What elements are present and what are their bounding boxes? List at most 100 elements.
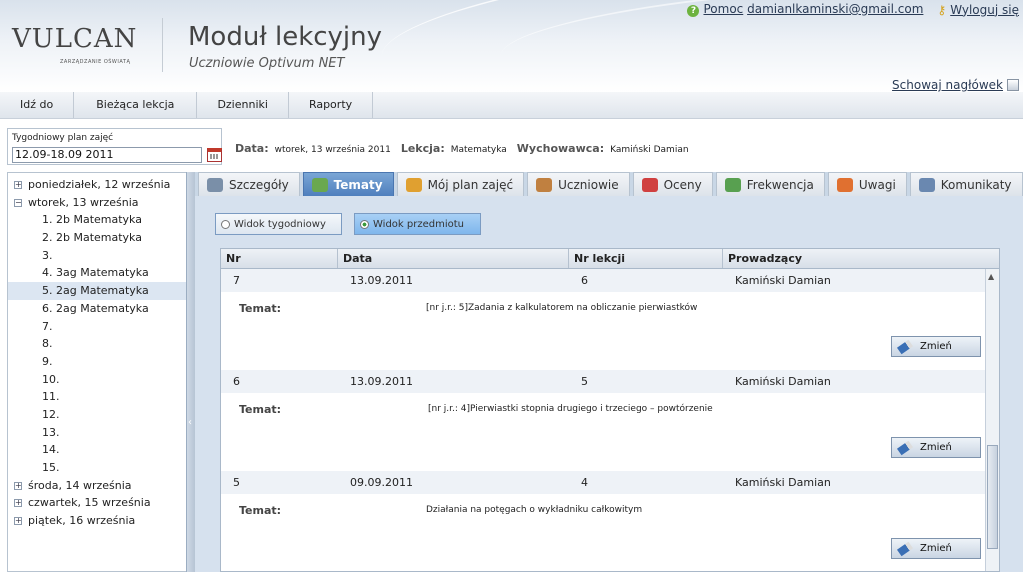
tab-label: Oceny <box>663 177 702 192</box>
help-link[interactable]: Pomoc <box>703 2 743 16</box>
column-header-teacher[interactable]: Prowadzący <box>723 249 987 268</box>
tree-lesson-node[interactable]: 5. 2ag Matematyka <box>8 282 187 300</box>
edit-button[interactable]: Zmień <box>891 538 981 559</box>
weekly-view-label: Widok tygodniowy <box>234 218 326 230</box>
tab-4[interactable]: Uczniowie <box>527 172 630 196</box>
magnifier-icon <box>207 177 223 192</box>
tree-day-node[interactable]: − wtorek, 13 września <box>8 194 187 212</box>
edit-button-label: Zmień <box>920 442 952 453</box>
edit-button[interactable]: Zmień <box>891 437 981 458</box>
grid-header: Nr Data Nr lekcji Prowadzący <box>221 249 999 269</box>
tree-lesson-node[interactable]: 6. 2ag Matematyka <box>8 300 187 318</box>
main-panel: Szczegóły Tematy Mój plan zajęć Uczniowie Oc… <box>195 172 1023 572</box>
vulcan-logo: VULCAN <box>12 24 138 54</box>
expand-icon[interactable]: + <box>14 181 22 189</box>
column-header-lesson[interactable]: Nr lekcji <box>569 249 723 268</box>
menu-item[interactable]: Raporty <box>289 92 374 118</box>
tab-6[interactable]: Frekwencja <box>715 172 825 196</box>
tree-day-node[interactable]: + piątek, 16 września <box>8 512 187 530</box>
weekly-view-button[interactable]: Widok tygodniowy <box>215 213 342 235</box>
tree-lesson-node[interactable]: 4. 3ag Matematyka <box>8 264 187 282</box>
collapse-icon[interactable]: ‹ <box>188 417 194 447</box>
tree-lesson-node[interactable]: 15. <box>8 459 187 477</box>
cell-nr: 6 <box>233 375 240 388</box>
tree-day-node[interactable]: + czwartek, 15 września <box>8 494 187 512</box>
tree-node-label: wtorek, 13 września <box>28 195 139 209</box>
scroll-thumb[interactable] <box>987 445 998 549</box>
tree-lesson-node[interactable]: 11. <box>8 388 187 406</box>
menu-item[interactable]: Idź do <box>0 92 75 118</box>
tutor-label: Wychowawca: <box>516 142 605 155</box>
collapse-icon[interactable]: − <box>14 198 22 207</box>
topics-grid: Nr Data Nr lekcji Prowadzący 7 13.09.2011… <box>220 248 1000 572</box>
tree-day-node[interactable]: + poniedziałek, 12 września <box>8 176 187 194</box>
tree-node-label: czwartek, 15 września <box>28 496 151 510</box>
column-header-date[interactable]: Data <box>338 249 569 268</box>
panel-splitter[interactable]: ‹ <box>186 172 195 572</box>
tree-lesson-node[interactable]: 7. <box>8 318 187 336</box>
attendance-icon <box>724 177 741 192</box>
lesson-info: Data: wtorek, 13 września 2011 Lekcja: M… <box>235 142 693 155</box>
expand-icon[interactable]: + <box>14 517 22 526</box>
tree-lesson-node[interactable]: 10. <box>8 371 187 389</box>
tab-1[interactable]: Szczegóły <box>198 172 300 196</box>
topic-value: [nr j.r.: 5]Zadania z kalkulatorem na ob… <box>426 303 698 313</box>
tab-label: Mój plan zajęć <box>427 177 514 192</box>
column-header-nr[interactable]: Nr <box>221 249 338 268</box>
help-link-group: ? Pomoc damianlkaminski@gmail.com <box>687 2 923 17</box>
edit-button[interactable]: Zmień <box>891 336 981 357</box>
topic-record: 7 13.09.2011 6 Kamiński Damian Temat: [nr j.r… <box>221 269 999 370</box>
week-label: Tygodniowy plan zajęć <box>12 133 114 143</box>
tree-lesson-node[interactable]: 13. <box>8 424 187 442</box>
tree-lesson-node[interactable]: 8. <box>8 335 187 353</box>
topic-record: 5 09.09.2011 4 Kamiński Damian Temat: Działan… <box>221 471 999 571</box>
help-icon[interactable]: ? <box>687 5 700 17</box>
logout-link[interactable]: Wyloguj się <box>950 3 1019 17</box>
tree-lesson-node[interactable]: 1. 2b Matematyka <box>8 211 187 229</box>
hide-header-link[interactable]: Schowaj nagłówek <box>892 78 1003 92</box>
tree-day-node[interactable]: + środa, 14 września <box>8 477 187 495</box>
menu-item[interactable]: Bieżąca lekcja <box>74 92 198 118</box>
tab-5[interactable]: Oceny <box>632 172 713 196</box>
students-icon <box>536 177 553 192</box>
tab-7[interactable]: Uwagi <box>827 172 907 196</box>
tab-3[interactable]: Mój plan zajęć <box>396 172 525 196</box>
logout-group: ⚷ Wyloguj się <box>937 3 1019 17</box>
tree-node-label: 3. <box>42 248 53 262</box>
tree-lesson-node[interactable]: 3. <box>8 247 187 265</box>
tree-lesson-node[interactable]: 9. <box>8 353 187 371</box>
tab-bar: Szczegóły Tematy Mój plan zajęć Uczniowie Oc… <box>195 172 1023 196</box>
table-row[interactable]: 7 13.09.2011 6 Kamiński Damian <box>221 269 999 292</box>
tab-label: Komunikaty <box>940 177 1012 192</box>
topic-label: Temat: <box>239 504 282 517</box>
table-row[interactable]: 5 09.09.2011 4 Kamiński Damian <box>221 471 999 494</box>
tab-8[interactable]: Komunikaty <box>909 172 1023 196</box>
menu-item[interactable]: Dzienniki <box>197 92 289 118</box>
tree-lesson-node[interactable]: 12. <box>8 406 187 424</box>
tree-node-label: 15. <box>42 461 60 474</box>
tree-node-label: 8. <box>42 337 53 351</box>
tab-label: Frekwencja <box>746 177 814 192</box>
expand-icon[interactable]: + <box>14 499 22 508</box>
tab-label: Szczegóły <box>229 177 289 192</box>
tutor-value: Kamiński Damian <box>610 145 689 155</box>
scroll-up-icon[interactable]: ▲ <box>988 272 994 281</box>
hide-header-button[interactable] <box>1007 79 1019 91</box>
subject-view-label: Widok przedmiotu <box>373 218 464 230</box>
calendar-icon[interactable] <box>207 148 222 162</box>
cell-nr: 5 <box>233 476 240 489</box>
subject-view-button[interactable]: Widok przedmiotu <box>354 213 481 235</box>
user-email-link[interactable]: damianlkaminski@gmail.com <box>747 2 923 16</box>
cell-lesson: 4 <box>581 476 588 489</box>
tab-2[interactable]: Tematy <box>302 172 394 196</box>
table-row[interactable]: 6 13.09.2011 5 Kamiński Damian <box>221 370 999 393</box>
topic-label: Temat: <box>239 302 282 315</box>
grid-scrollbar[interactable]: ▲ <box>985 269 999 571</box>
expand-icon[interactable]: + <box>14 481 22 490</box>
tree-lesson-node[interactable]: 2. 2b Matematyka <box>8 229 187 247</box>
pencil-icon <box>896 440 914 455</box>
tab-label: Tematy <box>333 177 383 192</box>
tree-lesson-node[interactable]: 14. <box>8 441 187 459</box>
week-input[interactable]: 12.09-18.09 2011 <box>12 147 202 163</box>
cell-date: 09.09.2011 <box>350 476 413 489</box>
